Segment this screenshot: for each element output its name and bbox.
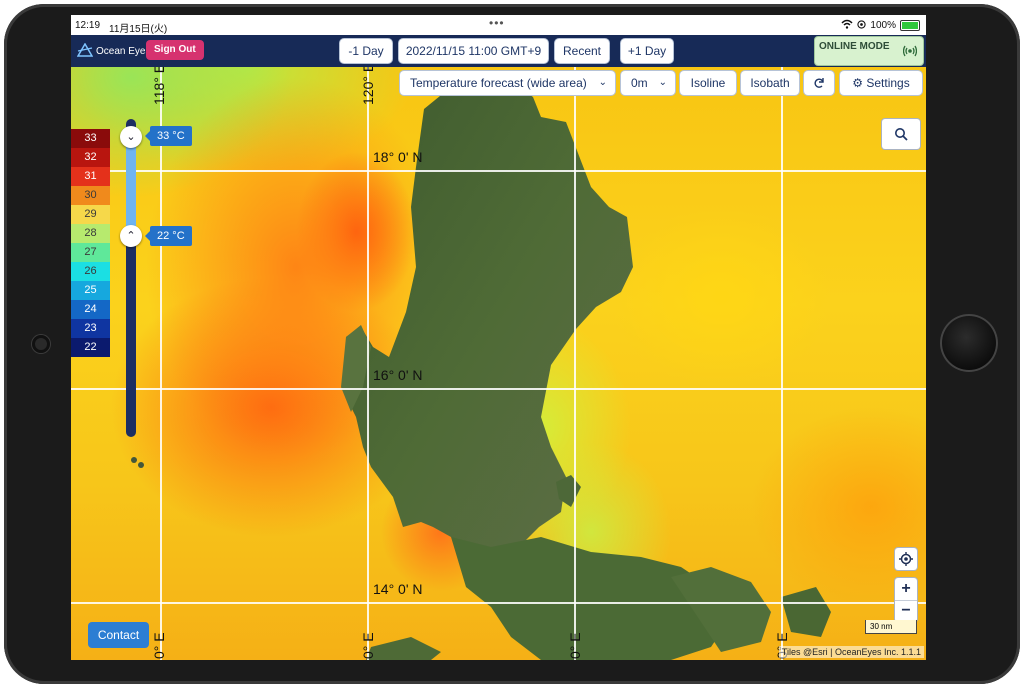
settings-label: Settings <box>866 76 910 90</box>
online-mode-button[interactable]: ONLINE MODE <box>815 37 923 65</box>
legend-item: 32 <box>71 148 110 167</box>
multitask-dots-icon[interactable]: ••• <box>489 16 505 30</box>
refresh-button[interactable] <box>804 71 834 95</box>
longitude-line <box>574 67 576 660</box>
app-logo: Ocean Eyes <box>76 42 151 60</box>
legend-item: 26 <box>71 262 110 281</box>
legend-item: 33 <box>71 129 110 148</box>
map-attribution: Tiles @Esri | OceanEyes Inc. 1.1.1 <box>778 646 924 658</box>
lon-label: 118° E <box>151 67 167 105</box>
layer-select-value: Temperature forecast (wide area) <box>410 76 587 90</box>
home-button[interactable] <box>940 314 998 372</box>
latitude-line <box>71 602 926 604</box>
slider-max-label: 33 °C <box>145 126 192 146</box>
slider-min-handle[interactable]: ⌃ <box>120 225 142 247</box>
wifi-icon <box>841 19 853 32</box>
chevron-down-icon: ⌄ <box>598 77 607 88</box>
zoom-in-button[interactable]: + <box>895 578 917 600</box>
lat-label: 18° 0' N <box>373 149 423 165</box>
land-overlay <box>131 85 831 660</box>
zoom-out-button[interactable]: − <box>895 601 917 622</box>
legend-item: 23 <box>71 319 110 338</box>
chevron-up-icon: ⌃ <box>126 230 136 242</box>
crosshair-icon <box>899 552 913 566</box>
app-bar: Ocean Eyes Sign Out -1 Day 2022/11/15 11… <box>71 35 926 67</box>
longitude-line <box>160 67 162 660</box>
lat-label: 14° 0' N <box>373 581 423 597</box>
slider-min-label: 22 °C <box>145 226 192 246</box>
slider-selected-range <box>126 139 136 239</box>
layer-select[interactable]: Temperature forecast (wide area) ⌄ <box>400 71 615 95</box>
latitude-line <box>71 388 926 390</box>
lon-label: 120° E <box>360 67 376 105</box>
screen: 12:19 11月15日(火) ••• 100% Ocean Eyes Sign… <box>71 15 926 660</box>
front-camera <box>32 335 50 353</box>
scale-bar: 30 nm <box>865 620 917 634</box>
status-bar: 12:19 11月15日(火) ••• 100% <box>71 15 926 35</box>
battery-percent: 100% <box>870 20 896 31</box>
search-button[interactable] <box>882 119 920 149</box>
lon-label: 0° E <box>567 632 583 659</box>
legend-item: 24 <box>71 300 110 319</box>
chevron-down-icon: ⌄ <box>126 131 136 143</box>
contact-button[interactable]: Contact <box>88 622 149 648</box>
isoline-button[interactable]: Isoline <box>680 71 736 95</box>
depth-select[interactable]: 0m ⌄ <box>621 71 675 95</box>
refresh-icon <box>814 78 824 88</box>
temperature-legend: 33 32 31 30 29 28 27 26 25 24 23 22 <box>71 129 110 357</box>
status-right: 100% <box>841 19 920 32</box>
legend-item: 22 <box>71 338 110 357</box>
online-mode-label: ONLINE MODE <box>819 41 890 52</box>
latitude-line <box>71 170 926 172</box>
isobath-button[interactable]: Isobath <box>741 71 799 95</box>
broadcast-icon <box>903 45 917 57</box>
lon-label: 0° E <box>360 632 376 659</box>
prev-day-button[interactable]: -1 Day <box>340 39 392 63</box>
legend-item: 29 <box>71 205 110 224</box>
status-date: 11月15日(火) <box>109 24 168 35</box>
search-icon <box>895 128 908 141</box>
legend-item: 31 <box>71 167 110 186</box>
logo-text: Ocean Eyes <box>96 46 151 57</box>
locate-button[interactable] <box>895 548 917 570</box>
location-icon <box>857 19 867 32</box>
lat-label: 16° 0' N <box>373 367 423 383</box>
datetime-button[interactable]: 2022/11/15 11:00 GMT+9 <box>399 39 548 63</box>
next-day-button[interactable]: +1 Day <box>621 39 673 63</box>
status-time: 12:19 <box>75 20 101 31</box>
chevron-down-icon: ⌄ <box>658 77 667 88</box>
legend-item: 28 <box>71 224 110 243</box>
ocean-eyes-logo-icon <box>76 42 94 60</box>
legend-item: 25 <box>71 281 110 300</box>
gear-icon: ⚙ <box>852 76 864 90</box>
recent-button[interactable]: Recent <box>555 39 609 63</box>
zoom-control: + − <box>895 578 917 622</box>
map-view[interactable]: 18° 0' N 16° 0' N 14° 0' N 118° E 120° E… <box>71 67 926 660</box>
legend-item: 27 <box>71 243 110 262</box>
sign-out-button[interactable]: Sign Out <box>146 40 204 60</box>
legend-item: 30 <box>71 186 110 205</box>
battery-icon <box>900 20 920 31</box>
lon-label: 0° E <box>151 632 167 659</box>
slider-max-handle[interactable]: ⌄ <box>120 126 142 148</box>
settings-button[interactable]: ⚙ Settings <box>840 71 922 95</box>
longitude-line <box>781 67 783 660</box>
longitude-line <box>367 67 369 660</box>
depth-select-value: 0m <box>631 76 648 90</box>
